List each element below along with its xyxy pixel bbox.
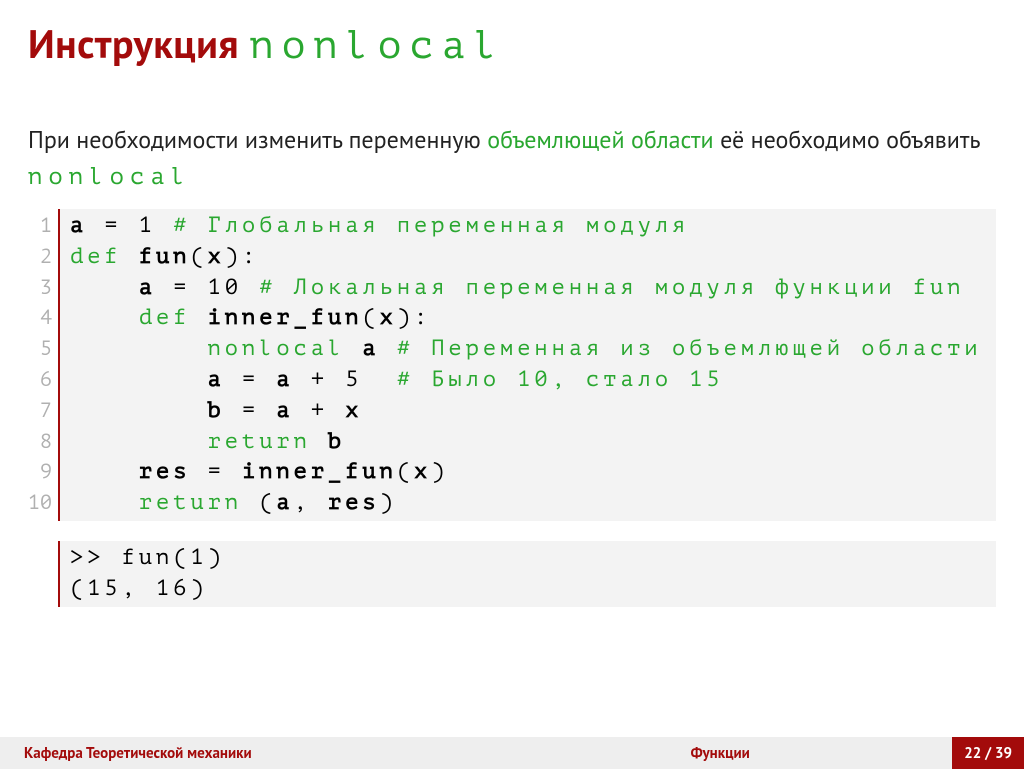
intro-paragraph: При необходимости изменить переменную об… — [28, 122, 996, 195]
intro-keyword: nonlocal — [28, 163, 191, 190]
title-keyword: nonlocal — [250, 24, 506, 68]
line-numbers: 1 2 3 4 5 6 7 8 9 10 — [28, 209, 60, 521]
footer-section: Функции — [488, 744, 952, 763]
intro-highlight: объемлющей области — [487, 124, 713, 155]
intro-text-1: При необходимости изменить переменную — [28, 124, 487, 155]
code-listing: 1 2 3 4 5 6 7 8 9 10 a = 1 # Глобальная … — [28, 209, 996, 521]
footer-page-number: 22 / 39 — [952, 737, 1024, 769]
intro-text-2: её необходимо объявить — [714, 124, 980, 155]
output-body: >> fun(1) (15, 16) — [60, 541, 225, 607]
slide-title: Инструкция nonlocal — [28, 18, 996, 70]
slide-content: Инструкция nonlocal При необходимости из… — [0, 0, 1024, 607]
footer-department: Кафедра Теоретической механики — [0, 744, 488, 763]
slide-footer: Кафедра Теоретической механики Функции 2… — [0, 737, 1024, 769]
output-listing: >> fun(1) (15, 16) — [58, 541, 996, 607]
code-body: a = 1 # Глобальная переменная модуля def… — [60, 209, 982, 521]
title-prefix: Инструкция — [28, 18, 250, 70]
